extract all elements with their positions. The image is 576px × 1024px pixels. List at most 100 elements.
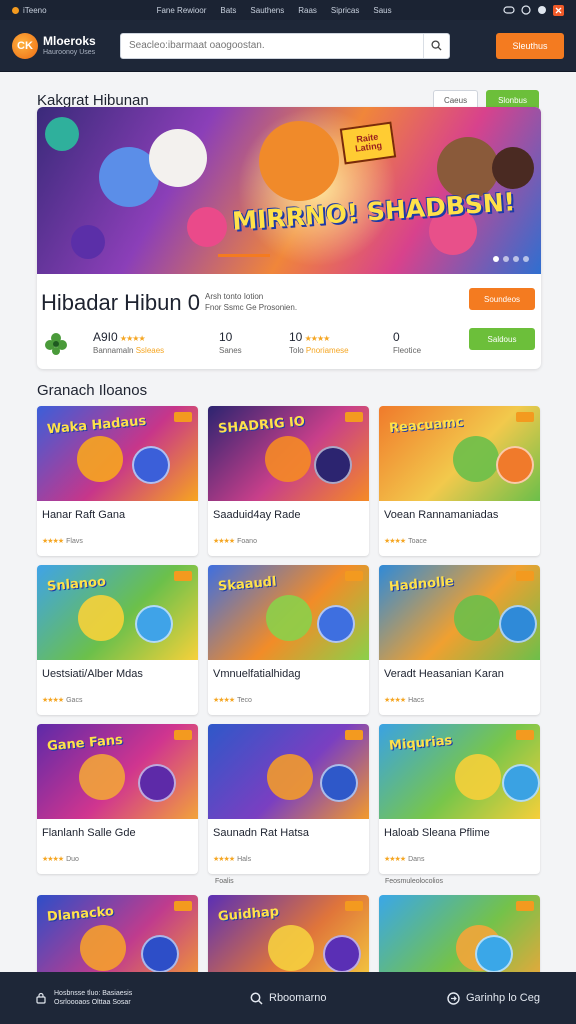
game-name: Hanar Raft Gana — [42, 509, 126, 521]
game-rating: ★★★★ Hacs — [384, 696, 424, 704]
top-link[interactable]: Sauthens — [250, 6, 284, 15]
top-link[interactable]: Raas — [298, 6, 317, 15]
rating-stars: ★★★★ — [119, 334, 146, 343]
search-box — [120, 32, 450, 59]
featured-game-card: Raite Lating MIRRNO! SHADBSN! Hibadar Hi… — [37, 107, 541, 369]
rating-stars: ★★★★ — [384, 697, 406, 704]
featured-title: Kakgrat Hibunan — [37, 91, 149, 109]
gem-green — [45, 117, 79, 151]
top-link[interactable]: Fane Rewioor — [157, 6, 207, 15]
help-icon[interactable] — [537, 5, 547, 15]
new-tag-icon — [516, 730, 534, 740]
arrow-circle-icon — [447, 991, 460, 1005]
character-art — [323, 935, 361, 973]
top-links: Fane Rewioor Bats Sauthens Raas Sipricas… — [157, 6, 392, 15]
new-tag-icon — [345, 412, 363, 422]
character-pink-small — [187, 207, 227, 247]
search-input[interactable] — [121, 40, 423, 51]
game-thumbnail[interactable]: Hadnolle — [379, 565, 540, 660]
rating-stars: ★★★★ — [42, 856, 64, 863]
carousel-dots — [493, 256, 529, 262]
bottom-info[interactable]: Hosbnsse tluo: Basiaesis Osrloooaos Oltt… — [36, 989, 216, 1007]
banner-badge: Raite Lating — [339, 121, 397, 165]
logo-text: Mloeroks Hauroonoy Uses — [43, 35, 96, 56]
character-art — [453, 436, 499, 482]
game-card[interactable]: Reacuamc Voean Rannamaniadas ★★★★ Toace — [379, 406, 540, 556]
character-art — [475, 935, 513, 973]
bottom-action[interactable]: Garinhp lo Ceg — [447, 991, 540, 1005]
stat-label: Sanes — [219, 345, 242, 355]
game-card[interactable]: SHADRIG IO Saaduid4ay Rade ★★★★ Foano — [208, 406, 369, 556]
stat-sub: Ssleaes — [135, 345, 165, 355]
featured-secondary-button[interactable]: Saldous — [469, 328, 535, 350]
rating-stars: ★★★★ — [42, 538, 64, 545]
game-art-title: Snlanoo — [46, 574, 107, 595]
bottom-search[interactable]: Rboomarno — [250, 992, 326, 1005]
top-link[interactable]: Saus — [373, 6, 391, 15]
bottom-info-line: Osrloooaos Olttaa Sosar — [54, 999, 131, 1006]
game-art-title: Guidhap — [217, 904, 280, 925]
game-rating: ★★★★ Toace — [384, 537, 427, 545]
top-brand[interactable]: iTeeno — [12, 6, 47, 15]
game-thumbnail[interactable]: Reacuamc — [379, 406, 540, 501]
game-name: Vmnuelfatialhidag — [213, 668, 301, 680]
info-icon[interactable] — [521, 5, 531, 15]
character-orange-cat — [259, 121, 339, 201]
game-card[interactable]: Hadnolle Veradt Heasanian Karan ★★★★ Hacs — [379, 565, 540, 715]
featured-banner[interactable]: Raite Lating MIRRNO! SHADBSN! — [37, 107, 541, 274]
new-tag-icon — [174, 901, 192, 911]
new-tag-icon — [345, 571, 363, 581]
game-card[interactable]: Snlanoo Uestsiati/Alber Mdas ★★★★ Gacs — [37, 565, 198, 715]
game-rating: ★★★★ Teco — [213, 696, 252, 704]
game-card[interactable]: Miqurias Haloab Sleana Pflime ★★★★ Dans — [379, 724, 540, 874]
rating-stars: ★★★★ — [42, 697, 64, 704]
new-tag-icon — [174, 571, 192, 581]
search-button[interactable] — [423, 33, 449, 58]
stat-label: Bannamaln — [93, 345, 134, 355]
featured-desc-line: Fnor Ssmc Ge Prosonien. — [205, 302, 298, 312]
new-tag-icon — [516, 412, 534, 422]
game-art-title: Waka Hadaus — [46, 413, 147, 438]
game-card[interactable]: Waka Hadaus Hanar Raft Gana ★★★★ Flavs — [37, 406, 198, 556]
game-card[interactable]: Skaaudl Vmnuelfatialhidag ★★★★ Teco — [208, 565, 369, 715]
game-thumbnail[interactable] — [208, 724, 369, 819]
game-art-title: Reacuamc — [388, 414, 465, 437]
game-thumbnail[interactable]: Skaaudl — [208, 565, 369, 660]
game-thumbnail[interactable]: Miqurias — [379, 724, 540, 819]
rating-count: Duo — [66, 856, 79, 863]
game-thumbnail[interactable]: Snlanoo — [37, 565, 198, 660]
game-thumbnail[interactable]: SHADRIG IO — [208, 406, 369, 501]
featured-play-button[interactable]: Soundeos — [469, 288, 535, 310]
carousel-dot[interactable] — [493, 256, 499, 262]
carousel-dot[interactable] — [503, 256, 509, 262]
carousel-dot[interactable] — [513, 256, 519, 262]
character-white — [149, 129, 207, 187]
stat-levels: 10 ★★★★ Tolo Pnoriamese — [289, 330, 349, 356]
character-art — [454, 595, 500, 641]
game-card[interactable]: Saunadn Rat Hatsa ★★★★ Hals — [208, 724, 369, 874]
site-logo[interactable]: CK Mloeroks Hauroonoy Uses — [12, 32, 110, 59]
top-link[interactable]: Bats — [220, 6, 236, 15]
character-art — [80, 925, 126, 971]
close-icon[interactable] — [553, 4, 564, 16]
top-brand-label: iTeeno — [23, 5, 47, 15]
stat-value: 10 — [289, 330, 303, 344]
rating-count: Dans — [408, 856, 425, 863]
rating-count: Flavs — [66, 538, 83, 545]
rating-stars: ★★★★ — [384, 538, 406, 545]
row-note: Foalis — [215, 878, 234, 885]
carousel-dot[interactable] — [523, 256, 529, 262]
game-name: Haloab Sleana Pflime — [384, 827, 490, 839]
header-cta-button[interactable]: Sleuthus — [496, 32, 564, 59]
game-card[interactable]: Gane Fans Flanlanh Salle Gde ★★★★ Duo — [37, 724, 198, 874]
game-thumbnail[interactable]: Gane Fans — [37, 724, 198, 819]
bottom-action-label: Garinhp lo Ceg — [466, 992, 540, 1004]
rating-stars: ★★★★ — [304, 334, 331, 343]
game-thumbnail[interactable]: Waka Hadaus — [37, 406, 198, 501]
top-link[interactable]: Sipricas — [331, 6, 359, 15]
top-strip: iTeeno Fane Rewioor Bats Sauthens Raas S… — [0, 0, 576, 20]
stat-value: A9I0 — [93, 330, 118, 344]
gamepad-icon[interactable] — [503, 5, 515, 15]
game-name: Voean Rannamaniadas — [384, 509, 499, 521]
game-name: Uestsiati/Alber Mdas — [42, 668, 143, 680]
